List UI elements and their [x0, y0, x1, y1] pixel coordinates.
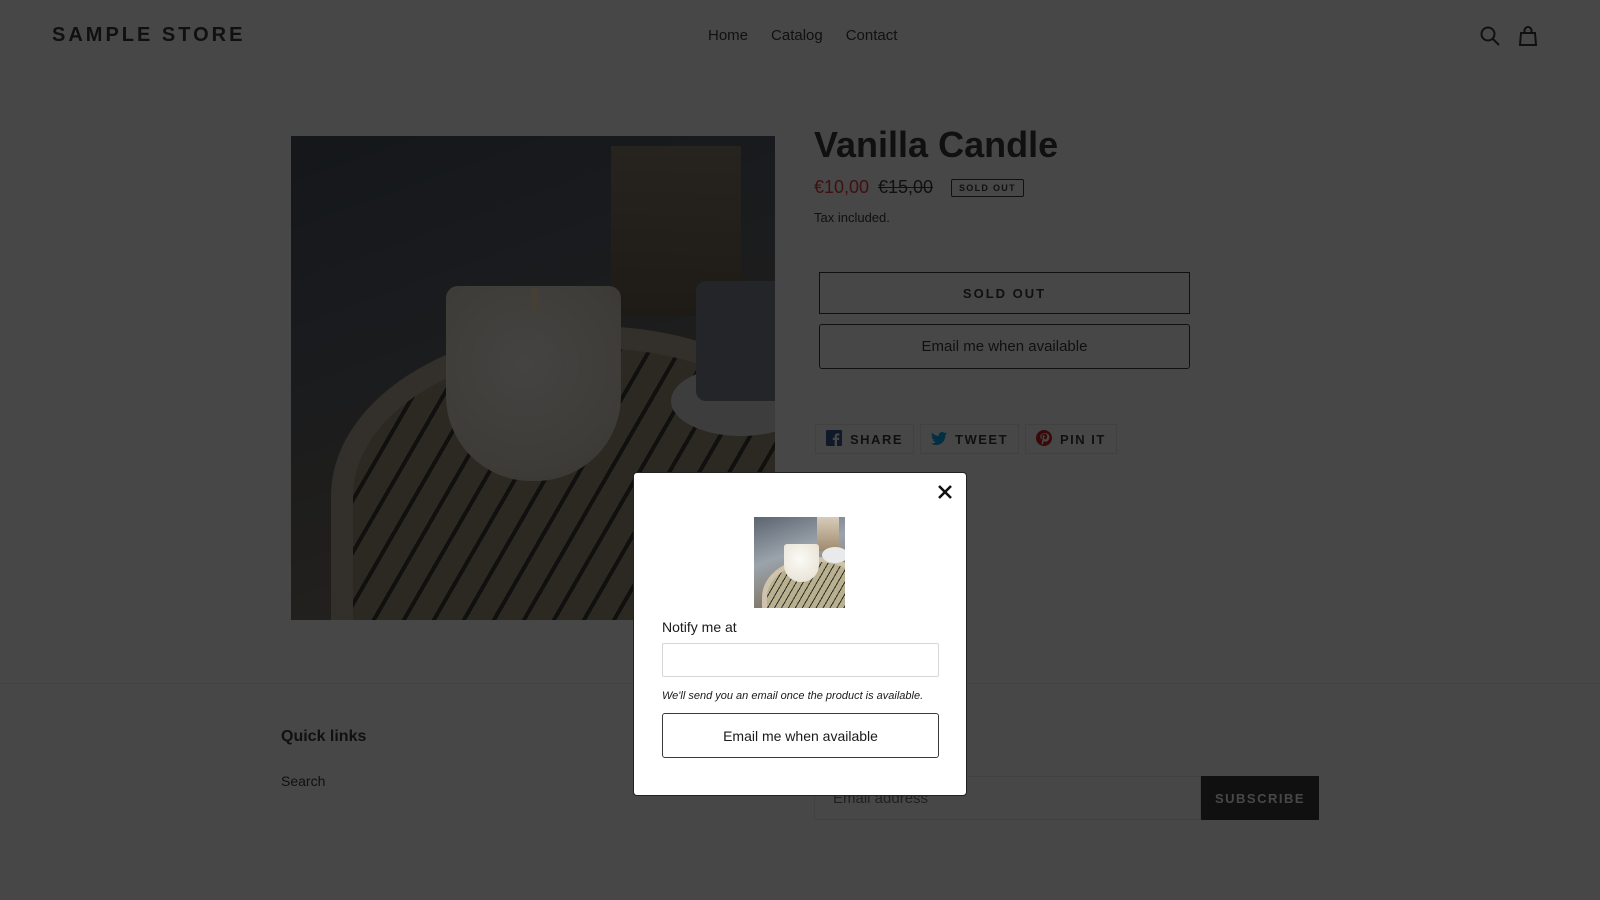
notify-label: Notify me at — [662, 619, 737, 635]
notify-email-input[interactable] — [662, 643, 939, 677]
thumb-glass — [817, 517, 839, 551]
close-icon[interactable] — [934, 481, 956, 503]
product-thumbnail — [754, 517, 845, 608]
notify-hint: We'll send you an email once the product… — [662, 690, 924, 702]
thumb-saucer — [822, 547, 845, 563]
notify-submit-button[interactable]: Email me when available — [662, 713, 939, 758]
notify-modal: Notify me at We'll send you an email onc… — [633, 472, 967, 796]
thumb-candle — [784, 544, 819, 582]
